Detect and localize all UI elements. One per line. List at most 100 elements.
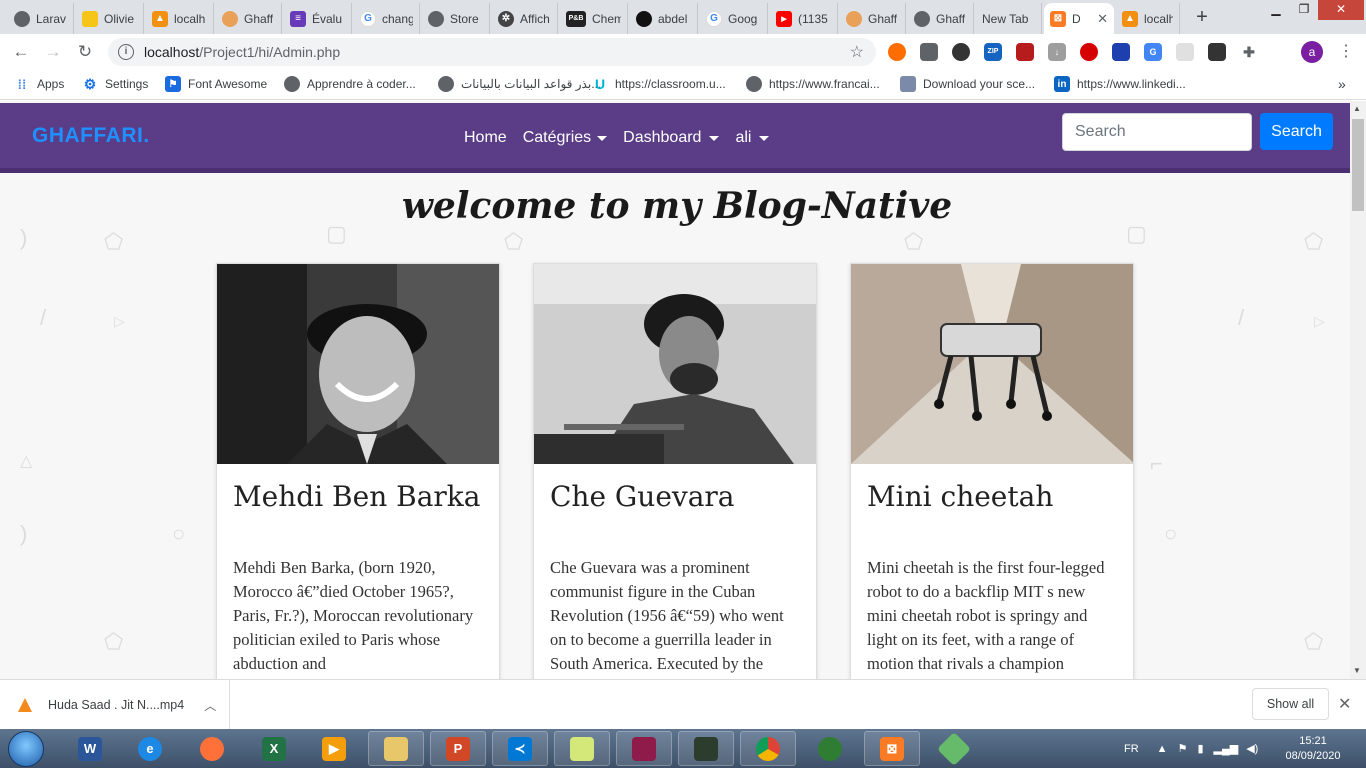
site-brand-logo[interactable]: GHAFFARI.: [32, 124, 150, 148]
nav-home[interactable]: Home: [464, 129, 507, 147]
taskbar-word[interactable]: W: [62, 731, 118, 766]
taskbar-terminal[interactable]: [678, 731, 734, 766]
taskbar-powerpoint[interactable]: P: [430, 731, 486, 766]
language-indicator[interactable]: FR: [1124, 743, 1139, 755]
back-arrow-icon[interactable]: ←: [10, 41, 32, 63]
bookmark-apps[interactable]: ⁞⁞ Apps: [14, 76, 65, 92]
bookmark-download[interactable]: Download your sce...: [900, 76, 1035, 92]
bookmark-font-awesome[interactable]: ⚑ Font Awesome: [165, 76, 267, 92]
close-window-button[interactable]: ✕: [1318, 0, 1364, 20]
tab-title: Affich: [520, 11, 550, 26]
minimize-icon[interactable]: ▁: [1262, 0, 1290, 20]
show-all-downloads-button[interactable]: Show all: [1252, 688, 1329, 720]
taskbar-excel[interactable]: X: [246, 731, 302, 766]
taskbar-sticky-notes[interactable]: [554, 731, 610, 766]
fire-extension-icon[interactable]: [888, 43, 906, 61]
bookmark-francais[interactable]: https://www.francai...: [746, 76, 880, 92]
browser-tab[interactable]: ▲ localh: [146, 3, 214, 34]
card-title[interactable]: Che Guevara: [550, 480, 735, 513]
taskbar-tool[interactable]: [926, 731, 982, 766]
restore-icon[interactable]: ❐: [1290, 0, 1318, 20]
pdf-extension-icon[interactable]: [1016, 43, 1034, 61]
bookmark-apprendre[interactable]: Apprendre à coder...: [284, 76, 416, 92]
volume-icon[interactable]: ◀): [1246, 742, 1258, 755]
close-download-shelf-icon[interactable]: ✕: [1338, 694, 1351, 714]
chevron-up-icon[interactable]: ︿: [204, 697, 216, 714]
tray-expand-icon[interactable]: ▲: [1157, 743, 1168, 755]
scroll-up-arrow-icon[interactable]: ▲: [1353, 104, 1361, 113]
scrollbar-thumb[interactable]: [1352, 119, 1364, 211]
decor-shape: ○: [172, 521, 186, 546]
flag-icon[interactable]: ⚑: [1178, 742, 1188, 755]
browser-tab[interactable]: G chang: [354, 3, 420, 34]
site-info-icon[interactable]: i: [118, 44, 134, 60]
browser-tab[interactable]: ≡ Évalu: [284, 3, 352, 34]
browser-tab[interactable]: New Tab: [976, 3, 1042, 34]
nav-dashboard-dropdown[interactable]: Dashboard: [623, 129, 720, 147]
card-title[interactable]: Mini cheetah: [867, 480, 1053, 513]
browser-tab[interactable]: Store: [422, 3, 490, 34]
power-icon[interactable]: ▮: [1197, 742, 1203, 755]
taskbar-vscode[interactable]: ≺: [492, 731, 548, 766]
face-extension-icon[interactable]: [952, 43, 970, 61]
browser-tab[interactable]: ▲ localh: [1116, 3, 1180, 34]
taskbar-ie[interactable]: e: [122, 731, 178, 766]
system-clock[interactable]: 15:21 08/09/2020: [1278, 734, 1348, 764]
translate-extension-icon[interactable]: G: [1144, 43, 1162, 61]
nav-categories-dropdown[interactable]: Catégries: [523, 129, 608, 147]
browser-tab[interactable]: abdel: [630, 3, 698, 34]
new-tab-button[interactable]: +: [1190, 6, 1214, 30]
download-item[interactable]: Huda Saad . Jit N....mp4 ︿: [0, 680, 230, 730]
profile-avatar[interactable]: a: [1301, 41, 1323, 63]
screen-extension-icon[interactable]: [1112, 43, 1130, 61]
search-button[interactable]: Search: [1260, 113, 1333, 150]
taskbar-media-player[interactable]: ▶: [306, 731, 362, 766]
reload-icon[interactable]: ↻: [74, 41, 96, 63]
browser-tab[interactable]: ▶ (1135: [770, 3, 838, 34]
search-input[interactable]: [1062, 113, 1252, 151]
browser-tab[interactable]: ✲ Affich: [492, 3, 558, 34]
blank-extension-icon[interactable]: [1176, 43, 1194, 61]
cube-extension-icon[interactable]: [1208, 43, 1226, 61]
zip-extension-icon[interactable]: ZIP: [984, 43, 1002, 61]
blog-card[interactable]: Che Guevara Che Guevara was a prominent …: [533, 263, 817, 679]
adblock-extension-icon[interactable]: [1080, 43, 1098, 61]
forward-arrow-icon[interactable]: →: [42, 41, 64, 63]
browser-tab[interactable]: Ghaff: [840, 3, 906, 34]
puzzle-extensions-icon[interactable]: ✚: [1240, 43, 1258, 61]
page-scrollbar[interactable]: ▲ ▼: [1350, 101, 1366, 679]
browser-tab[interactable]: P&B Chem: [560, 3, 628, 34]
browser-tab[interactable]: Ghaff: [908, 3, 974, 34]
scroll-down-arrow-icon[interactable]: ▼: [1353, 666, 1361, 675]
blog-card[interactable]: Mini cheetah Mini cheetah is the first f…: [850, 263, 1134, 679]
browser-tab[interactable]: G Goog: [700, 3, 768, 34]
taskbar-chrome[interactable]: [740, 731, 796, 766]
taskbar-xampp[interactable]: ⊠: [864, 731, 920, 766]
nav-user-dropdown[interactable]: ali: [735, 129, 770, 147]
browser-tab[interactable]: Larav: [8, 3, 74, 34]
browser-tab-active[interactable]: ⊠ D ✕: [1044, 3, 1114, 34]
card-title[interactable]: Mehdi Ben Barka: [233, 480, 480, 513]
bookmark-extension-icon[interactable]: [920, 43, 938, 61]
windows-start-button[interactable]: [8, 731, 44, 767]
blog-card[interactable]: Mehdi Ben Barka Mehdi Ben Barka, (born 1…: [216, 263, 500, 679]
taskbar-explorer[interactable]: [368, 731, 424, 766]
browser-tab[interactable]: Ghaff: [216, 3, 282, 34]
address-bar[interactable]: i localhost/Project1/hi/Admin.php ☆: [108, 38, 876, 66]
download-extension-icon[interactable]: ↓: [1048, 43, 1066, 61]
taskbar-winrar[interactable]: [616, 731, 672, 766]
taskbar-network-app[interactable]: [802, 731, 858, 766]
more-menu-icon[interactable]: ⋮: [1338, 41, 1354, 61]
bookmark-settings[interactable]: ⚙ Settings: [82, 76, 149, 92]
signal-icon[interactable]: ▂▄▆: [1214, 742, 1239, 755]
bookmark-arabic[interactable]: بذر قواعد البيانات بالبيانات...: [438, 76, 601, 92]
bookmark-linkedin[interactable]: in https://www.linkedi...: [1054, 76, 1186, 92]
close-tab-icon[interactable]: ✕: [1097, 11, 1108, 27]
bookmark-star-icon[interactable]: ☆: [850, 42, 864, 62]
decor-shape: ⬠: [904, 229, 924, 254]
pb-icon: P&B: [566, 10, 586, 27]
more-bookmarks-chevron-icon[interactable]: »: [1338, 76, 1346, 92]
bookmark-classroom[interactable]: U https://classroom.u...: [592, 76, 726, 92]
taskbar-firefox[interactable]: [184, 731, 240, 766]
browser-tab[interactable]: Olivie: [76, 3, 144, 34]
